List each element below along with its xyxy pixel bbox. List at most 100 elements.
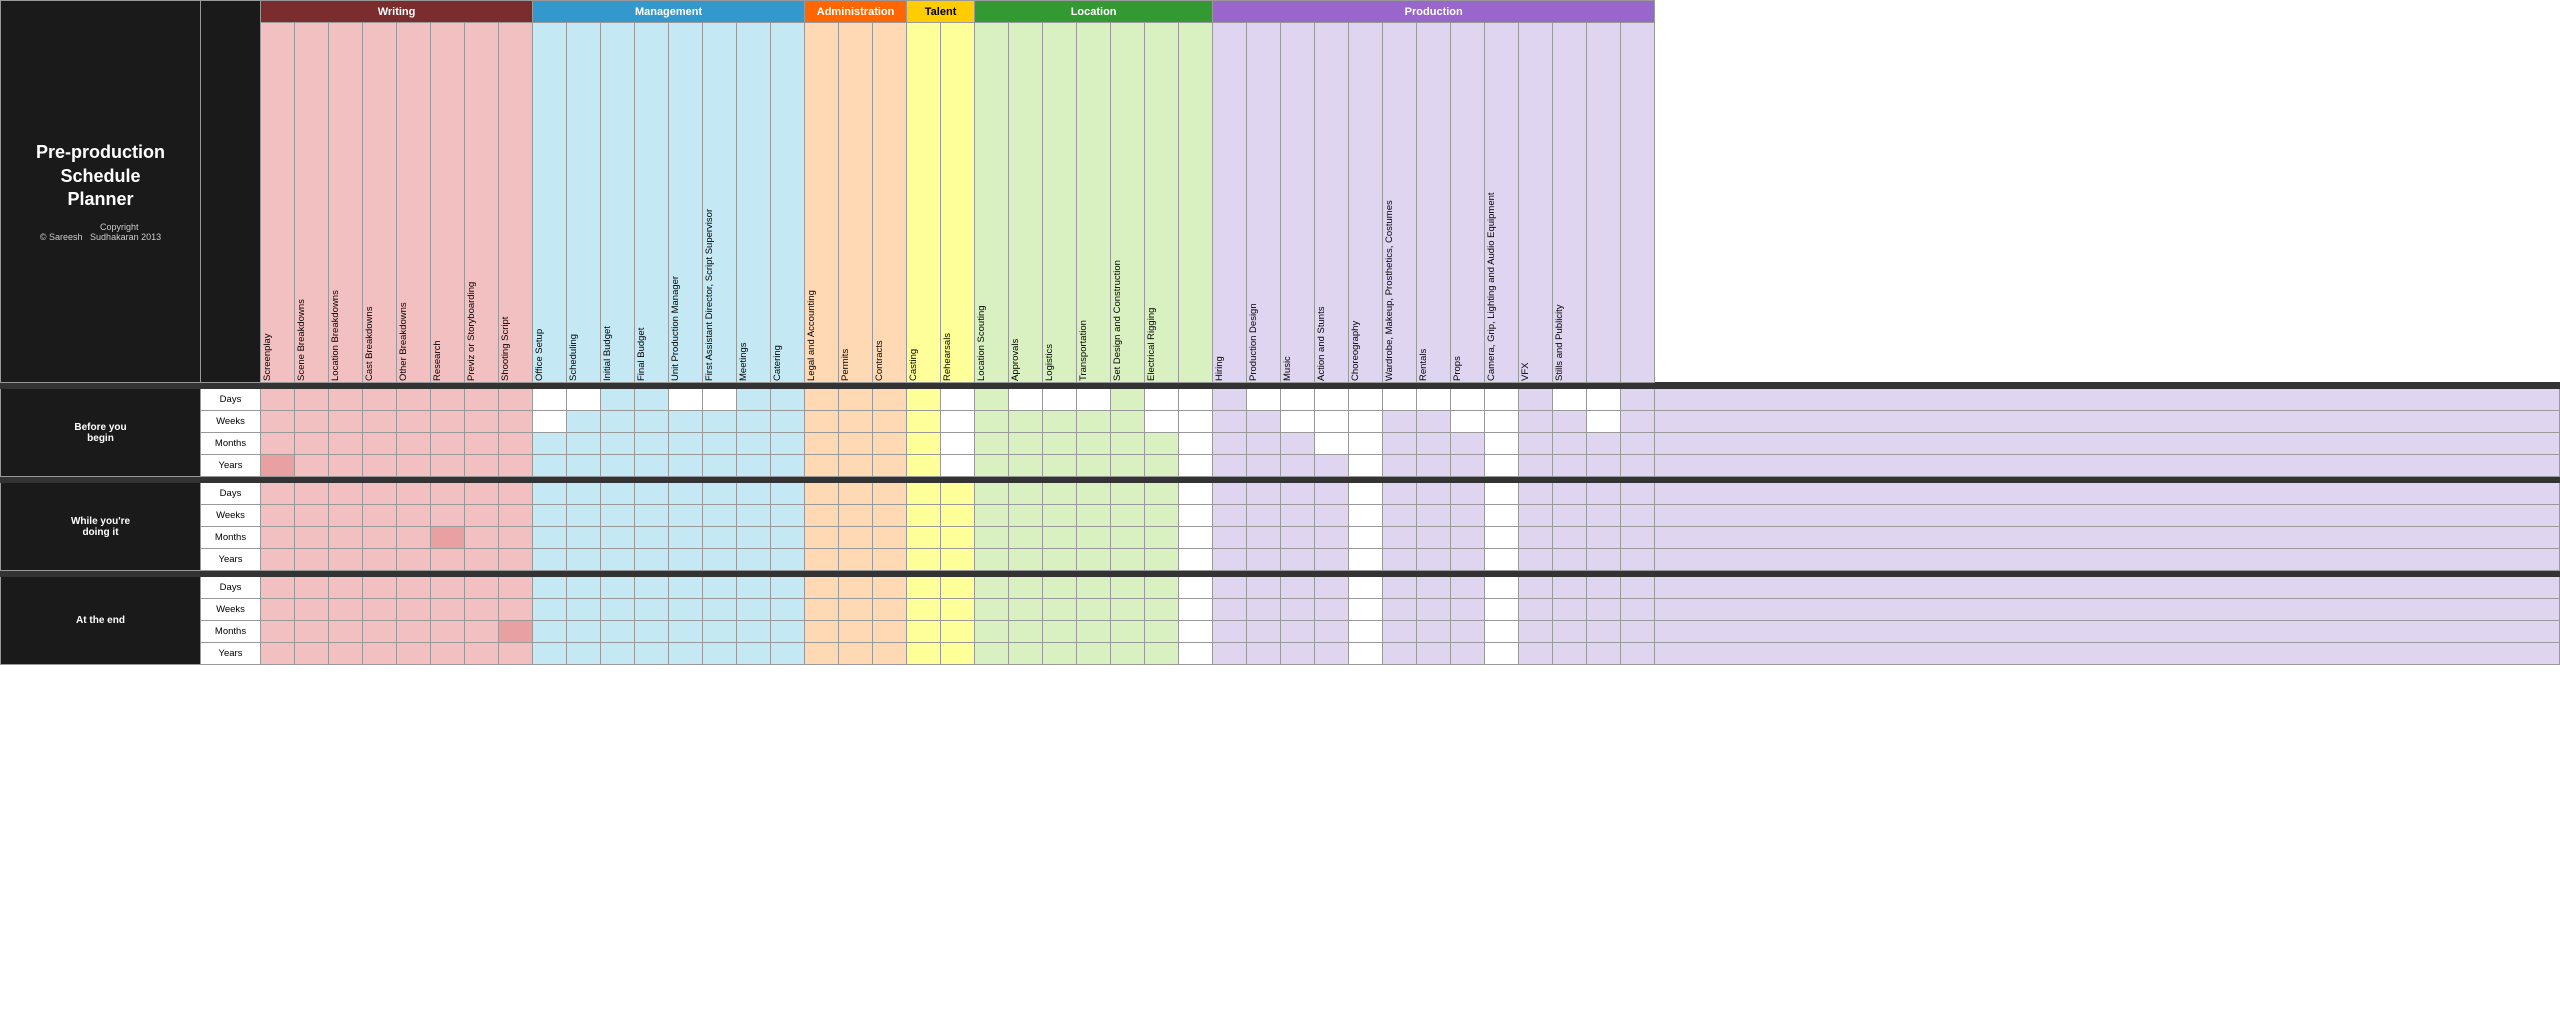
data-cell xyxy=(1179,433,1213,455)
data-cell xyxy=(465,621,499,643)
data-cell xyxy=(397,549,431,571)
data-cell xyxy=(1077,505,1111,527)
data-cell xyxy=(1111,577,1145,599)
data-cell xyxy=(1077,527,1111,549)
data-cell xyxy=(1077,549,1111,571)
data-cell xyxy=(397,643,431,665)
data-cell xyxy=(295,389,329,411)
management-header: Management xyxy=(533,1,805,23)
col-choreography: Choreography xyxy=(1349,23,1383,383)
data-cell xyxy=(1213,549,1247,571)
data-cell xyxy=(703,527,737,549)
data-cell xyxy=(1145,505,1179,527)
data-cell xyxy=(1145,455,1179,477)
data-cell xyxy=(635,549,669,571)
atend-years-label: Years xyxy=(201,643,261,665)
data-cell xyxy=(295,483,329,505)
data-cell xyxy=(975,389,1009,411)
data-cell xyxy=(567,483,601,505)
data-cell xyxy=(465,389,499,411)
data-cell xyxy=(261,505,295,527)
data-cell xyxy=(261,455,295,477)
data-cell xyxy=(1451,389,1485,411)
data-cell xyxy=(1077,411,1111,433)
data-cell xyxy=(567,527,601,549)
data-cell xyxy=(635,433,669,455)
data-cell xyxy=(703,505,737,527)
data-cell xyxy=(771,621,805,643)
while-years-row: Years xyxy=(1,549,2560,571)
data-cell xyxy=(805,549,839,571)
data-cell xyxy=(1009,483,1043,505)
data-cell xyxy=(329,577,363,599)
data-cell xyxy=(295,621,329,643)
data-cell xyxy=(1655,577,2560,599)
data-cell xyxy=(839,599,873,621)
data-cell xyxy=(1485,599,1519,621)
data-cell xyxy=(1077,389,1111,411)
data-cell xyxy=(737,389,771,411)
data-cell xyxy=(533,599,567,621)
data-cell xyxy=(635,527,669,549)
data-cell xyxy=(1451,549,1485,571)
data-cell xyxy=(261,599,295,621)
data-cell xyxy=(703,389,737,411)
data-cell xyxy=(329,643,363,665)
data-cell xyxy=(1349,389,1383,411)
data-cell xyxy=(975,577,1009,599)
data-cell xyxy=(1247,483,1281,505)
data-cell xyxy=(431,411,465,433)
data-cell xyxy=(1655,643,2560,665)
data-cell xyxy=(805,433,839,455)
data-cell xyxy=(261,389,295,411)
data-cell xyxy=(975,411,1009,433)
while-group-label: While you'redoing it xyxy=(1,483,201,571)
col-location-extra xyxy=(1179,23,1213,383)
data-cell xyxy=(465,549,499,571)
data-cell xyxy=(703,433,737,455)
data-cell xyxy=(1451,527,1485,549)
data-cell xyxy=(1349,577,1383,599)
data-cell xyxy=(1145,527,1179,549)
data-cell xyxy=(1179,411,1213,433)
data-cell xyxy=(363,483,397,505)
data-cell xyxy=(601,455,635,477)
data-cell xyxy=(941,643,975,665)
data-cell xyxy=(1485,433,1519,455)
data-cell xyxy=(1145,433,1179,455)
data-cell xyxy=(737,599,771,621)
data-cell xyxy=(1043,549,1077,571)
col-scheduling: Scheduling xyxy=(567,23,601,383)
data-cell xyxy=(261,643,295,665)
col-permits: Permits xyxy=(839,23,873,383)
data-cell xyxy=(261,527,295,549)
data-cell xyxy=(1587,643,1621,665)
data-cell xyxy=(975,599,1009,621)
data-cell xyxy=(669,599,703,621)
col-first-ad: First Assistant Director, Script Supervi… xyxy=(703,23,737,383)
while-weeks-label: Weeks xyxy=(201,505,261,527)
data-cell xyxy=(941,411,975,433)
data-cell xyxy=(805,455,839,477)
before-group-label: Before youbegin xyxy=(1,389,201,477)
data-cell xyxy=(1621,505,1655,527)
col-upm: Unit Production Manager xyxy=(669,23,703,383)
data-cell xyxy=(1519,483,1553,505)
data-cell xyxy=(397,505,431,527)
col-initial-budget: Initial Budget xyxy=(601,23,635,383)
data-cell xyxy=(1213,527,1247,549)
data-cell xyxy=(1587,549,1621,571)
data-cell xyxy=(669,389,703,411)
data-cell xyxy=(635,599,669,621)
data-cell xyxy=(1043,433,1077,455)
data-cell xyxy=(975,643,1009,665)
data-cell xyxy=(1315,433,1349,455)
data-cell xyxy=(1417,621,1451,643)
data-cell xyxy=(363,549,397,571)
data-cell xyxy=(397,483,431,505)
data-cell xyxy=(1111,643,1145,665)
data-cell xyxy=(601,549,635,571)
data-cell xyxy=(465,577,499,599)
data-cell xyxy=(1281,643,1315,665)
col-rehearsals: Rehearsals xyxy=(941,23,975,383)
